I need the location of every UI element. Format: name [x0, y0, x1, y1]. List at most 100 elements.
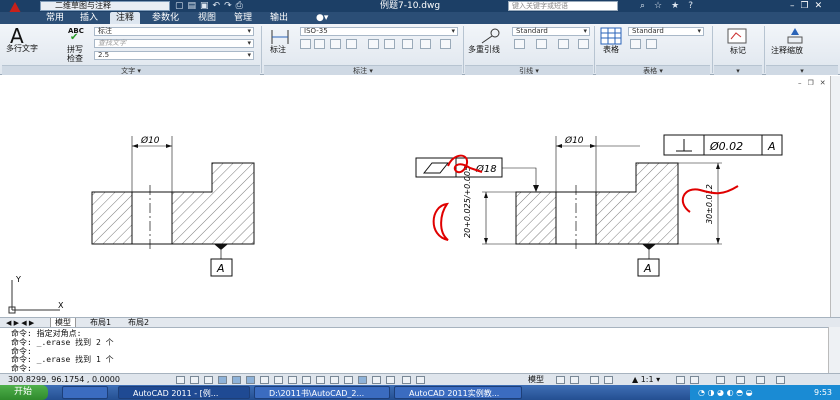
- text-height-select[interactable]: 2.5: [94, 51, 254, 60]
- taskbar-item-autocad[interactable]: AutoCAD 2011 - [例...: [118, 386, 250, 399]
- find-text-input[interactable]: 查找文字: [94, 39, 254, 48]
- ribbon-toggle-icon[interactable]: ●▾: [310, 12, 334, 24]
- left-part[interactable]: Ø10 A: [91, 135, 255, 277]
- lock-icon[interactable]: [386, 376, 395, 384]
- quick-properties-icon[interactable]: [316, 376, 325, 384]
- markup-icon[interactable]: [726, 27, 748, 45]
- align-leader-icon[interactable]: [558, 39, 569, 49]
- dim-style-select[interactable]: ISO-35: [300, 27, 458, 36]
- workspace-selector[interactable]: 二维草图与注释: [40, 1, 170, 11]
- tab-output[interactable]: 输出: [264, 12, 294, 24]
- text-style-select[interactable]: 标注: [94, 27, 254, 36]
- tab-home[interactable]: 常用: [40, 12, 70, 24]
- jogged-line-icon[interactable]: [440, 39, 451, 49]
- text-panel-title[interactable]: 文字 ▾: [2, 65, 260, 75]
- markup-panel-title[interactable]: ▾: [714, 65, 762, 75]
- polar-tracking-icon[interactable]: [218, 376, 227, 384]
- drawing-restore-icon[interactable]: ❐: [808, 79, 814, 87]
- tray-icons[interactable]: ◔ ◑ ◕ ◐ ◓ ◒: [698, 385, 753, 400]
- new-icon[interactable]: ▢: [175, 0, 184, 12]
- right-part[interactable]: Ø10 Ø0.02 A Ø18 20+0.025/+0.005 30±0.012…: [415, 134, 783, 277]
- table-button[interactable]: 表格: [603, 45, 619, 54]
- auto-scale-icon[interactable]: [690, 376, 699, 384]
- quick-view-drawings-icon[interactable]: [570, 376, 579, 384]
- center-mark-icon[interactable]: [402, 39, 413, 49]
- tab-view[interactable]: 视图: [192, 12, 222, 24]
- tolerance-icon[interactable]: [384, 39, 395, 49]
- drawing-minimize-icon[interactable]: –: [798, 79, 802, 87]
- table-panel-title[interactable]: 表格 ▾: [596, 65, 710, 75]
- ortho-mode-icon[interactable]: [204, 376, 213, 384]
- minimize-icon[interactable]: –: [790, 0, 795, 12]
- snap-mode-icon[interactable]: [176, 376, 185, 384]
- extract-data-icon[interactable]: [630, 39, 641, 49]
- multileader-icon[interactable]: [478, 27, 502, 45]
- undo-icon[interactable]: ↶: [213, 0, 221, 12]
- toolbar-lock-icon[interactable]: [736, 376, 745, 384]
- lineweight-icon[interactable]: [288, 376, 297, 384]
- help-search-input[interactable]: 键入关键字或短语: [508, 1, 618, 11]
- grid-display-icon[interactable]: [190, 376, 199, 384]
- tab-parametric[interactable]: 参数化: [146, 12, 185, 24]
- zoom-icon[interactable]: [604, 376, 613, 384]
- markup-button[interactable]: 标记: [730, 46, 746, 55]
- favorites-icon[interactable]: ★: [671, 0, 679, 12]
- vertical-scrollbar[interactable]: [830, 76, 840, 317]
- transparency-icon[interactable]: [302, 376, 311, 384]
- table-icon[interactable]: [600, 27, 622, 45]
- pan-icon[interactable]: [590, 376, 599, 384]
- dynamic-input-icon[interactable]: [274, 376, 283, 384]
- table-style-select[interactable]: Standard: [628, 27, 704, 36]
- selection-cycling-icon[interactable]: [330, 376, 339, 384]
- command-window[interactable]: 命令: 指定对角点: 命令: _.erase 找到 2 个 命令: 命令: _.…: [0, 327, 828, 373]
- quick-view-layouts-icon[interactable]: [556, 376, 565, 384]
- taskbar-item-document[interactable]: AutoCAD 2011实例教...: [394, 386, 522, 399]
- clean-screen-icon[interactable]: [756, 376, 765, 384]
- object-snap-icon[interactable]: [232, 376, 241, 384]
- show-annotation-icon[interactable]: [358, 376, 367, 384]
- open-icon[interactable]: ▤: [188, 0, 197, 12]
- communication-icon[interactable]: ☆: [654, 0, 662, 12]
- hardware-accel-icon[interactable]: [416, 376, 425, 384]
- command-scrollbar[interactable]: [828, 327, 840, 373]
- drawing-canvas[interactable]: Ø10 A Ø10 Ø0.02 A Ø18 20+0.025/+0.005 30…: [0, 76, 830, 317]
- multiline-text-button[interactable]: 多行文字: [6, 44, 38, 53]
- tab-insert[interactable]: 插入: [74, 12, 104, 24]
- drawing-close-icon[interactable]: ✕: [820, 79, 826, 87]
- status-menu-icon[interactable]: [776, 376, 785, 384]
- print-icon[interactable]: ⎙: [236, 0, 243, 12]
- dim-break-icon[interactable]: [368, 39, 379, 49]
- remove-leader-icon[interactable]: [536, 39, 547, 49]
- clock[interactable]: 9:53: [814, 385, 832, 400]
- leader-style-select[interactable]: Standard: [512, 27, 590, 36]
- dim-continue-icon[interactable]: [314, 39, 325, 49]
- workspace-switch-icon[interactable]: [372, 376, 381, 384]
- dimension-icon[interactable]: [270, 28, 290, 46]
- workspace-settings-icon[interactable]: [716, 376, 725, 384]
- quick-launch[interactable]: [62, 386, 108, 399]
- dim-quick-icon[interactable]: [300, 39, 311, 49]
- leader-panel-title[interactable]: 引线 ▾: [465, 65, 593, 75]
- dim-space-icon[interactable]: [346, 39, 357, 49]
- save-icon[interactable]: ▣: [200, 0, 209, 12]
- annotation-monitor-icon[interactable]: [344, 376, 353, 384]
- annotation-visibility-icon[interactable]: [676, 376, 685, 384]
- add-leader-icon[interactable]: [514, 39, 525, 49]
- restore-icon[interactable]: ❐: [801, 0, 809, 12]
- drawing-svg[interactable]: Ø10 A Ø10 Ø0.02 A Ø18 20+0.025/+0.005 30…: [0, 76, 830, 317]
- close-icon[interactable]: ✕: [815, 0, 823, 12]
- annotation-scale-button[interactable]: 注释缩放: [771, 46, 803, 55]
- multiline-text-icon[interactable]: A: [10, 26, 24, 46]
- annotation-scale-icon[interactable]: [784, 27, 806, 45]
- dimension-button[interactable]: 标注: [270, 45, 286, 54]
- link-data-icon[interactable]: [646, 39, 657, 49]
- help-icon[interactable]: ?: [688, 0, 693, 12]
- tab-annotate[interactable]: 注释: [110, 12, 141, 24]
- dynamic-ucs-icon[interactable]: [260, 376, 269, 384]
- search-icon[interactable]: ⌕: [640, 0, 645, 12]
- redo-icon[interactable]: ↷: [224, 0, 232, 12]
- taskbar-item-explorer[interactable]: D:\2011书\AutoCAD_2...: [254, 386, 390, 399]
- start-button[interactable]: 开始: [0, 385, 48, 400]
- multileader-button[interactable]: 多重引线: [468, 45, 500, 54]
- dim-baseline-icon[interactable]: [330, 39, 341, 49]
